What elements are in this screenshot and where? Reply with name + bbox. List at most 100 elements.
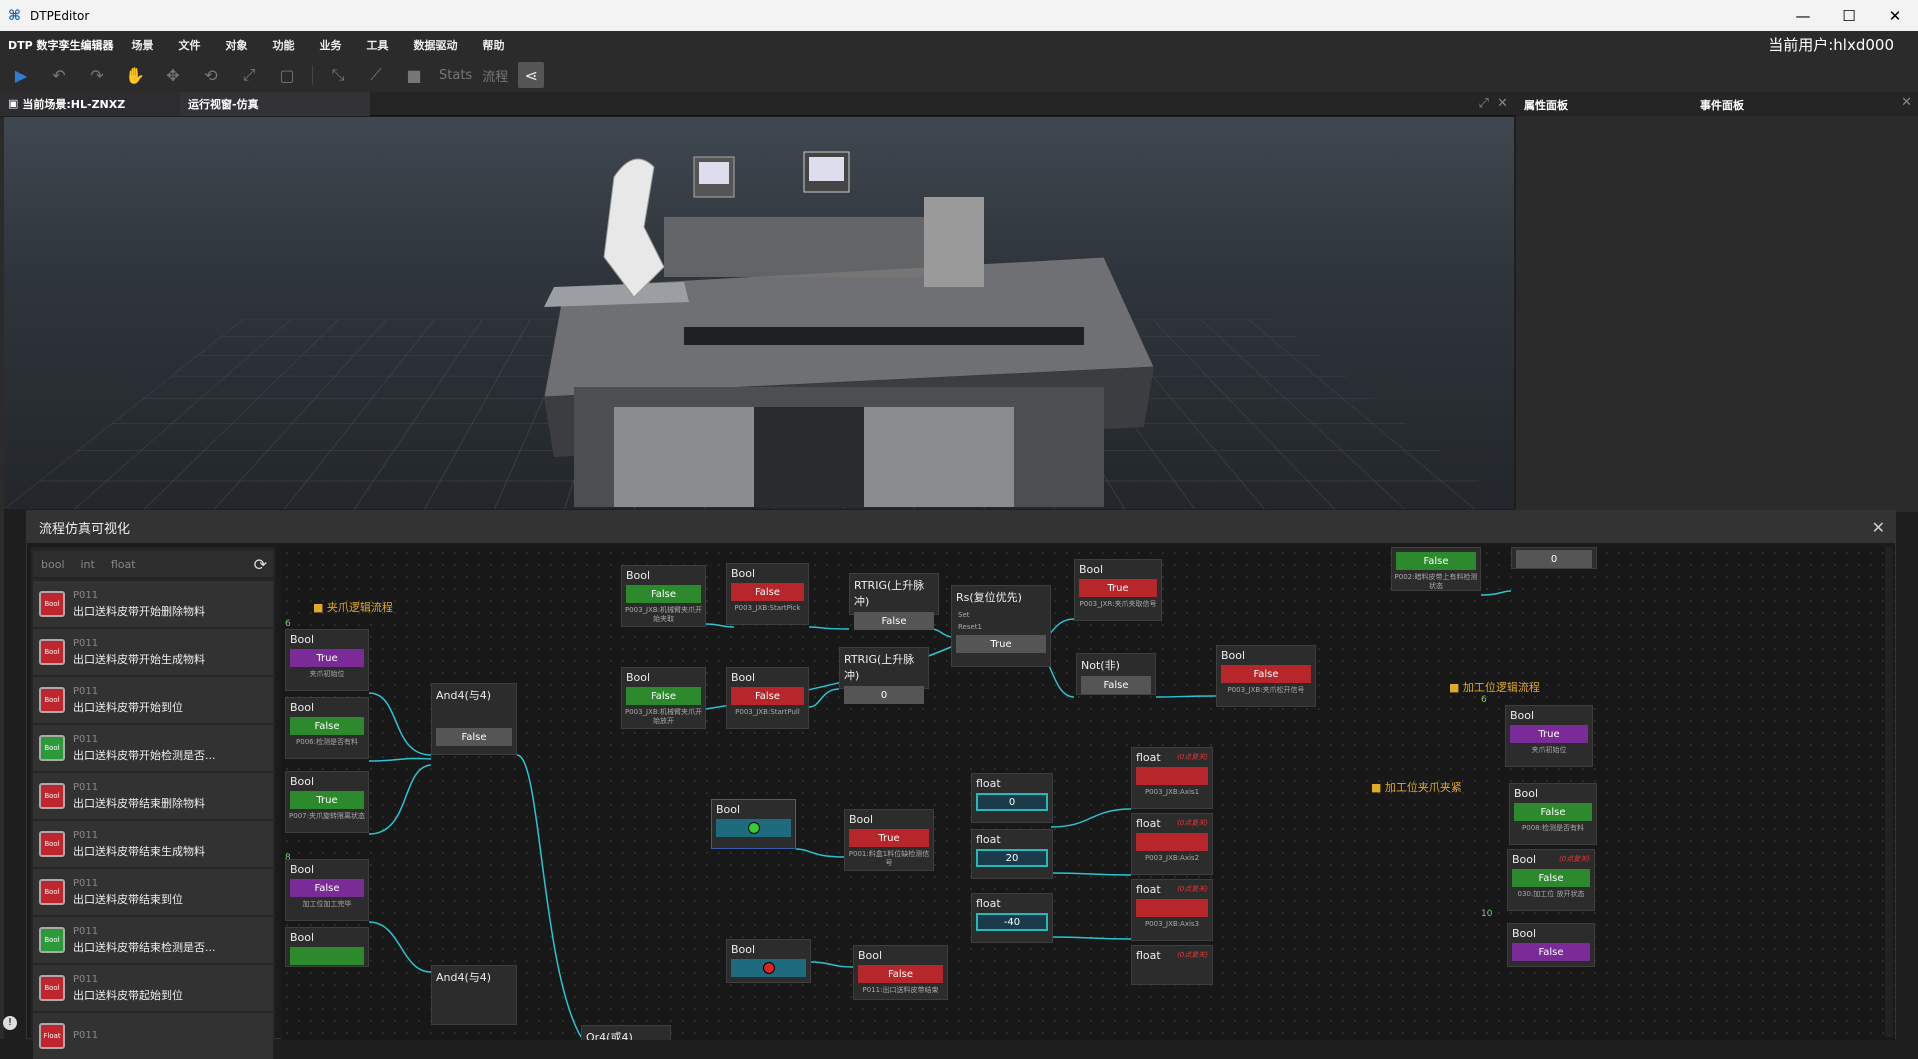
float-node[interactable]: float 20: [971, 829, 1053, 879]
and-node[interactable]: And4(与4): [431, 965, 517, 1025]
tab-runtime[interactable]: 运行视窗-仿真: [180, 91, 370, 116]
menu-function[interactable]: 功能: [273, 37, 295, 53]
node-value[interactable]: False: [1221, 665, 1311, 683]
refresh-icon[interactable]: ⟳: [254, 555, 267, 574]
maximize-button[interactable]: ☐: [1826, 0, 1872, 31]
minimize-button[interactable]: —: [1780, 0, 1826, 31]
node-value[interactable]: -40: [976, 913, 1048, 931]
node-value[interactable]: [1136, 833, 1208, 851]
camera-icon[interactable]: ■: [401, 62, 427, 88]
bool-node[interactable]: Bool True P003_JXR:夹爪夹取信号: [1074, 559, 1162, 621]
flow-canvas[interactable]: ■ 夹爪逻辑流程 ■ 加工位逻辑流程 ■ 加工位夹爪夹紧 6 8 6 10 Bo…: [281, 547, 1895, 1040]
bool-node[interactable]: Bool False P003_JXB:StartPull: [726, 667, 809, 729]
viewport-controls[interactable]: ⤢ ✕: [1478, 96, 1508, 111]
node-value[interactable]: False: [1081, 676, 1151, 694]
list-item[interactable]: Float P011: [33, 1013, 273, 1059]
filter-float[interactable]: float: [111, 558, 136, 571]
node-value[interactable]: False: [1512, 869, 1590, 887]
list-item[interactable]: Bool P011 出口送料皮带结束到位: [33, 869, 273, 915]
bool-node[interactable]: Bool True P007:夹爪旋转限离状态: [285, 771, 369, 833]
move-icon[interactable]: ✥: [160, 62, 186, 88]
bool-node[interactable]: Bool False P003_JXB:夹爪松开信号: [1216, 645, 1316, 707]
select-icon[interactable]: ▶: [8, 62, 34, 88]
node-value[interactable]: [290, 947, 364, 965]
float-node[interactable]: float 0: [971, 773, 1053, 823]
node-value[interactable]: True: [1079, 579, 1157, 597]
rtrig-node[interactable]: RTRIG(上升脉冲) 0: [839, 647, 929, 704]
bool-node[interactable]: Bool: [285, 927, 369, 967]
properties-panel-tab[interactable]: 属性面板: [1516, 92, 1692, 116]
node-value[interactable]: 0: [844, 686, 924, 704]
list-item[interactable]: Bool P011 出口送料皮带开始到位: [33, 677, 273, 723]
bool-node[interactable]: Bool False 加工位加工完毕: [285, 859, 369, 921]
close-right-panel-icon[interactable]: ✕: [1901, 95, 1912, 110]
node-value[interactable]: False: [626, 687, 701, 705]
node-value[interactable]: [731, 959, 806, 977]
node-value[interactable]: False: [290, 879, 364, 897]
bool-node[interactable]: Bool False P008:检测是否有料: [1509, 783, 1597, 845]
node-value[interactable]: False: [290, 717, 364, 735]
bool-node[interactable]: Bool True 夹爪初始位: [285, 629, 369, 691]
bool-node[interactable]: Bool: [726, 939, 811, 983]
canvas-scrollbar[interactable]: [1885, 547, 1893, 1037]
undo-icon[interactable]: ↶: [46, 62, 72, 88]
rect-select-icon[interactable]: ▢: [274, 62, 300, 88]
menu-file[interactable]: 文件: [179, 37, 201, 53]
bool-node[interactable]: Bool False: [1507, 923, 1595, 967]
rtrig-node[interactable]: RTRIG(上升脉冲) False: [849, 573, 939, 630]
list-item[interactable]: Bool P011 出口送料皮带开始检测是否...: [33, 725, 273, 771]
pan-hand-icon[interactable]: ✋: [122, 62, 148, 88]
3d-viewport[interactable]: [4, 117, 1514, 509]
node-value[interactable]: True: [956, 635, 1046, 653]
float-node[interactable]: float (0点复关) P003_JXB:Axis1: [1131, 747, 1213, 809]
or-node[interactable]: Or4(或4): [581, 1025, 671, 1040]
node-value[interactable]: [716, 819, 791, 837]
list-item[interactable]: Bool P011 出口送料皮带开始删除物料: [33, 581, 273, 627]
menu-scene[interactable]: 场景: [132, 37, 154, 53]
line-icon[interactable]: ⟋: [363, 62, 389, 88]
node-value[interactable]: 20: [976, 849, 1048, 867]
filter-bool[interactable]: bool: [41, 558, 65, 571]
menu-object[interactable]: 对象: [226, 37, 248, 53]
info-icon[interactable]: !: [3, 1016, 17, 1030]
flow-button[interactable]: 流程: [482, 66, 508, 85]
stats-button[interactable]: Stats: [439, 68, 472, 83]
bool-node[interactable]: Bool False P006:检测是否有料: [285, 697, 369, 759]
node-value[interactable]: 0: [1516, 550, 1592, 568]
menu-help[interactable]: 帮助: [483, 37, 505, 53]
redo-icon[interactable]: ↷: [84, 62, 110, 88]
events-panel-tab[interactable]: 事件面板: [1692, 92, 1868, 116]
node-value[interactable]: False: [436, 728, 512, 746]
node-value[interactable]: True: [290, 791, 364, 809]
share-flow-icon[interactable]: ⋖: [518, 62, 545, 88]
menu-tools[interactable]: 工具: [367, 37, 389, 53]
menu-data-driven[interactable]: 数据驱动: [414, 37, 458, 53]
node-value[interactable]: False: [858, 965, 943, 983]
node-value[interactable]: False: [626, 585, 701, 603]
measure-icon[interactable]: ⤡: [325, 62, 351, 88]
float-node[interactable]: float (0点复关) P003_JXB:Axis3: [1131, 879, 1213, 941]
list-item[interactable]: Bool P011 出口送料皮带起始到位: [33, 965, 273, 1011]
rs-node[interactable]: Rs(复位优先) Set Reset1 True: [951, 585, 1051, 667]
node-value[interactable]: False: [731, 687, 804, 705]
and-node[interactable]: And4(与4) False: [431, 683, 517, 755]
bool-node[interactable]: Bool True P001:料盒1料位缺检测信号: [844, 809, 934, 871]
node-value[interactable]: [1136, 899, 1208, 917]
list-item[interactable]: Bool P011 出口送料皮带结束删除物料: [33, 773, 273, 819]
bool-node[interactable]: Bool (0点复关) False 030:加工位 放开状态: [1507, 849, 1595, 911]
bool-node[interactable]: False P002:暗料皮带上有料检测状态: [1391, 547, 1481, 591]
float-node[interactable]: float -40: [971, 893, 1053, 943]
close-window-button[interactable]: ✕: [1872, 0, 1918, 31]
node-value[interactable]: False: [1396, 552, 1476, 570]
filter-int[interactable]: int: [81, 558, 95, 571]
float-node[interactable]: float (0点复关) P003_JXB:Axis2: [1131, 813, 1213, 875]
node-value[interactable]: True: [290, 649, 364, 667]
close-flow-panel-icon[interactable]: ✕: [1872, 518, 1885, 537]
bool-node[interactable]: Bool False P003_JXB:机械臂夹爪开始放开: [621, 667, 706, 729]
list-item[interactable]: Bool P011 出口送料皮带结束生成物料: [33, 821, 273, 867]
scale-icon[interactable]: ⤢: [236, 62, 262, 88]
list-item[interactable]: Bool P011 出口送料皮带结束检测是否...: [33, 917, 273, 963]
tab-current-scene[interactable]: ▣ 当前场景:HL-ZNXZ: [0, 91, 180, 116]
menu-business[interactable]: 业务: [320, 37, 342, 53]
node-value[interactable]: [1136, 767, 1208, 785]
